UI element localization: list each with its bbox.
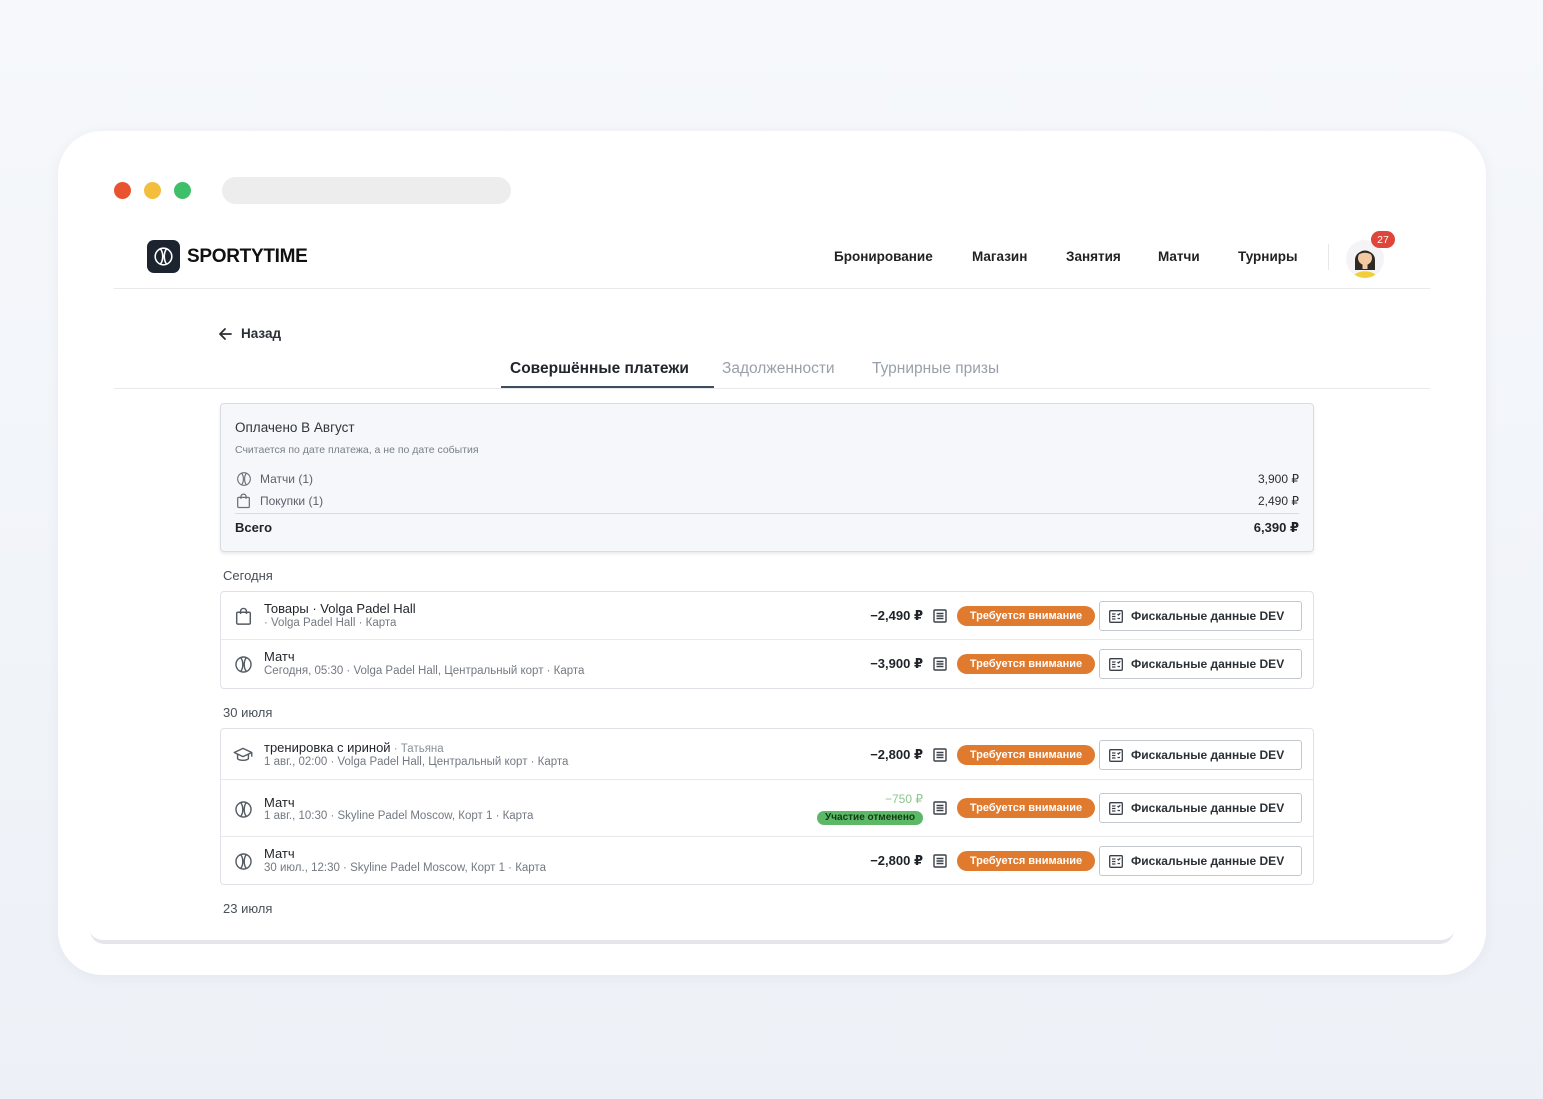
- summary-total-amount: 6,390 ₽: [1253, 520, 1299, 535]
- app-logo[interactable]: SPORTYTIME: [147, 240, 308, 273]
- receipt-icon[interactable]: [933, 748, 947, 762]
- monthly-summary-card: Оплачено В Август Считается по дате плат…: [220, 403, 1314, 552]
- status-badge-attention[interactable]: Требуется внимание: [957, 606, 1095, 626]
- back-button[interactable]: Назад: [218, 326, 281, 341]
- payment-row[interactable]: Матч Сегодня, 05:30 · Volga Padel Hall, …: [221, 640, 1313, 688]
- fiscal-data-button[interactable]: Фискальные данные DEV: [1099, 740, 1302, 770]
- nav-classes[interactable]: Занятия: [1066, 249, 1121, 264]
- tennis-ball-logo-icon: [147, 240, 180, 273]
- payment-title: тренировка с ириной · Татьяна: [264, 740, 444, 755]
- group-label-date: 30 июля: [223, 705, 273, 720]
- summary-row-purchases: Покупки (1) 2,490 ₽: [235, 492, 1299, 510]
- status-badge-cancelled: Участие отменено: [817, 811, 923, 825]
- fiscal-document-icon: [1109, 657, 1123, 671]
- close-window-dot[interactable]: [114, 182, 131, 199]
- fiscal-document-icon: [1109, 609, 1123, 623]
- nav-booking[interactable]: Бронирование: [834, 249, 933, 264]
- payment-amount: −3,900 ₽: [870, 656, 923, 671]
- status-badge-attention[interactable]: Требуется внимание: [957, 654, 1095, 674]
- receipt-icon[interactable]: [933, 854, 947, 868]
- payment-details: Сегодня, 05:30 · Volga Padel Hall, Центр…: [264, 665, 585, 677]
- payment-title: Товары · Volga Padel Hall: [264, 601, 416, 616]
- app-name: SPORTYTIME: [187, 245, 308, 267]
- status-badge-attention[interactable]: Требуется внимание: [957, 745, 1095, 765]
- graduation-cap-icon: [233, 745, 253, 765]
- header-divider: [114, 288, 1430, 289]
- shopping-bag-icon: [235, 493, 252, 510]
- fiscal-document-icon: [1109, 854, 1123, 868]
- maximize-window-dot[interactable]: [174, 182, 191, 199]
- arrow-left-icon: [219, 327, 232, 340]
- fiscal-data-button[interactable]: Фискальные данные DEV: [1099, 846, 1302, 876]
- nav-tournaments[interactable]: Турниры: [1238, 249, 1298, 264]
- summary-row-label: Покупки (1): [260, 494, 324, 508]
- payment-row[interactable]: Матч 30 июл., 12:30 · Skyline Padel Mosc…: [221, 837, 1313, 884]
- payment-details: 30 июл., 12:30 · Skyline Padel Moscow, К…: [264, 862, 546, 874]
- tab-completed-payments[interactable]: Совершённые платежи: [510, 360, 689, 378]
- refund-amount: −750 ₽: [885, 792, 923, 806]
- fiscal-data-button[interactable]: Фискальные данные DEV: [1099, 601, 1302, 631]
- payments-list-today: Товары · Volga Padel Hall · Volga Padel …: [220, 591, 1314, 689]
- receipt-icon[interactable]: [933, 657, 947, 671]
- summary-divider: [235, 513, 1299, 514]
- payment-details: · Volga Padel Hall · Карта: [264, 617, 397, 629]
- summary-row-amount: 2,490 ₽: [1258, 494, 1299, 508]
- tennis-ball-icon: [233, 851, 253, 871]
- summary-subtitle: Считается по дате платежа, а не по дате …: [235, 444, 479, 456]
- tennis-ball-icon: [233, 654, 253, 674]
- payment-amount: −2,800 ₽: [870, 853, 923, 868]
- payment-amount: −2,800 ₽: [870, 747, 923, 762]
- content-bottom-edge: [90, 930, 1454, 944]
- summary-row-matches: Матчи (1) 3,900 ₽: [235, 470, 1299, 488]
- tennis-ball-icon: [233, 799, 253, 819]
- minimize-window-dot[interactable]: [144, 182, 161, 199]
- payment-row[interactable]: Товары · Volga Padel Hall · Volga Padel …: [221, 592, 1313, 640]
- back-label: Назад: [241, 326, 282, 341]
- payment-details: 1 авг., 10:30 · Skyline Padel Moscow, Ко…: [264, 810, 534, 822]
- tab-debts[interactable]: Задолженности: [722, 360, 835, 378]
- tennis-ball-icon: [235, 471, 252, 488]
- tabs-divider: [114, 388, 1430, 389]
- receipt-icon[interactable]: [933, 801, 947, 815]
- status-badge-attention[interactable]: Требуется внимание: [957, 851, 1095, 871]
- notification-badge[interactable]: 27: [1371, 231, 1395, 248]
- nav-matches[interactable]: Матчи: [1158, 249, 1200, 264]
- fiscal-data-button[interactable]: Фискальные данные DEV: [1099, 793, 1302, 823]
- fiscal-data-button[interactable]: Фискальные данные DEV: [1099, 649, 1302, 679]
- summary-total: Всего 6,390 ₽: [235, 520, 1299, 536]
- status-badge-attention[interactable]: Требуется внимание: [957, 798, 1095, 818]
- nav-shop[interactable]: Магазин: [972, 249, 1027, 264]
- shopping-bag-icon: [233, 606, 253, 626]
- payment-amount: −2,490 ₽: [870, 608, 923, 623]
- payment-title: Матч: [264, 846, 295, 861]
- payment-row[interactable]: тренировка с ириной · Татьяна 1 авг., 02…: [221, 729, 1313, 780]
- summary-total-label: Всего: [235, 520, 273, 535]
- payment-details: 1 авг., 02:00 · Volga Padel Hall, Центра…: [264, 756, 569, 768]
- summary-row-label: Матчи (1): [260, 472, 313, 486]
- summary-title: Оплачено В Август: [235, 420, 355, 435]
- receipt-icon[interactable]: [933, 609, 947, 623]
- tab-tournament-prizes[interactable]: Турнирные призы: [872, 360, 999, 378]
- group-label-today: Сегодня: [223, 568, 273, 583]
- payment-title: Матч: [264, 649, 295, 664]
- payment-row[interactable]: Матч 1 авг., 10:30 · Skyline Padel Mosco…: [221, 780, 1313, 837]
- address-bar[interactable]: [222, 177, 511, 204]
- nav-divider: [1328, 244, 1329, 270]
- trainer-name: · Татьяна: [390, 743, 444, 755]
- payment-title: Матч: [264, 795, 295, 810]
- group-label-date: 23 июля: [223, 901, 273, 916]
- payments-list-date: тренировка с ириной · Татьяна 1 авг., 02…: [220, 728, 1314, 885]
- fiscal-document-icon: [1109, 801, 1123, 815]
- fiscal-document-icon: [1109, 748, 1123, 762]
- summary-row-amount: 3,900 ₽: [1258, 472, 1299, 486]
